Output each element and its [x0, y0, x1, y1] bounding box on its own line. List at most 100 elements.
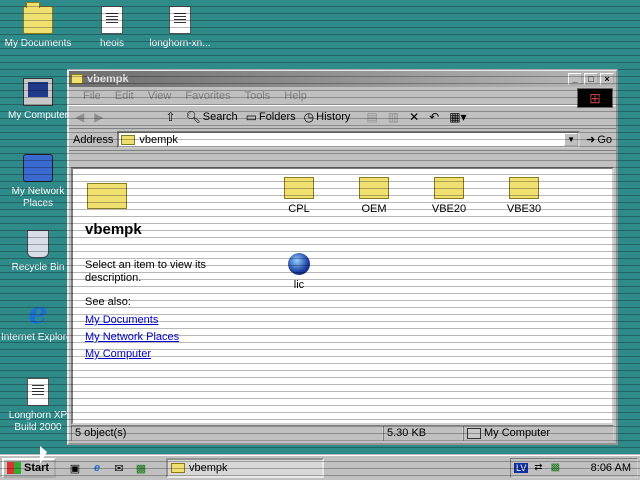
search-icon: 🔍︎ — [185, 110, 201, 124]
menu-file[interactable]: File — [83, 90, 101, 102]
see-also-label: See also: — [85, 296, 131, 308]
delete-button[interactable]: ✕ — [409, 110, 421, 124]
forward-button[interactable]: ▶ — [94, 110, 105, 124]
folder-item-label: VBE20 — [431, 203, 467, 215]
language-indicator[interactable]: LV — [514, 463, 529, 473]
computer-icon — [23, 78, 53, 106]
network-icon — [23, 154, 53, 182]
file-item-label: lic — [293, 279, 305, 291]
webview-description: Select an item to view its description. — [85, 259, 207, 284]
address-label: Address — [73, 133, 114, 146]
history-label: History — [316, 111, 351, 123]
history-icon: ◷ — [303, 110, 315, 124]
desktop-icon-network-places[interactable]: My Network Places — [0, 154, 76, 210]
clock[interactable]: 8:06 AM — [591, 462, 631, 474]
file-item-lic[interactable]: lic — [269, 253, 329, 291]
taskbar: Start ▣ e ✉ ▩ vbempk LV ⇄ ▩ 8:06 AM — [0, 454, 640, 480]
standard-toolbar: ◀ ▶ ⇧ 🔍︎ Search ▭ Folders ◷ History ▤ ▥ ✕ ↶… — [69, 105, 616, 129]
desktop-icon-label: Recycle Bin — [11, 262, 65, 273]
folder-item-oem[interactable]: OEM — [344, 177, 404, 215]
network-tray-icon[interactable]: ⇄ — [531, 462, 545, 474]
go-button[interactable]: ➜ Go — [586, 133, 612, 147]
delete-icon: ✕ — [409, 110, 420, 124]
menu-favorites[interactable]: Favorites — [185, 90, 230, 102]
taskbar-item-label: vbempk — [189, 462, 228, 474]
folder-item-cpl[interactable]: CPL — [269, 177, 329, 215]
folder-icon — [87, 183, 127, 209]
globe-icon — [288, 253, 310, 275]
app-tray-icon[interactable]: ▩ — [548, 462, 562, 474]
status-size: 5.30 KB — [383, 425, 463, 441]
folder-item-vbe30[interactable]: VBE30 — [494, 177, 554, 215]
document-icon — [101, 6, 123, 34]
search-button[interactable]: 🔍︎ Search — [186, 110, 238, 124]
desktop-icon-my-computer[interactable]: My Computer — [0, 78, 76, 122]
launch-app-icon[interactable]: ▩ — [132, 459, 150, 477]
folder-icon — [284, 177, 314, 199]
show-desktop-icon[interactable]: ▣ — [66, 459, 84, 477]
internet-explorer-icon[interactable]: e — [88, 459, 106, 477]
folder-item-vbe20[interactable]: VBE20 — [419, 177, 479, 215]
desktop-icon-heois[interactable]: heois — [74, 6, 150, 50]
menu-bar: File Edit View Favorites Tools Help ⊞ — [69, 87, 616, 108]
desktop-icon-longhorn-build[interactable]: Longhorn XP Build 2000 — [0, 378, 76, 434]
copy-to-icon: ▥ — [387, 110, 400, 124]
desktop-icon-my-documents[interactable]: My Documents — [0, 2, 76, 50]
up-folder-button[interactable]: ⇧ — [165, 110, 177, 124]
views-button[interactable]: ▦▾ — [449, 110, 468, 124]
computer-icon — [467, 427, 481, 439]
history-button[interactable]: ◷ History — [304, 110, 351, 124]
folder-icon — [359, 177, 389, 199]
move-to-icon: ▤ — [366, 110, 378, 124]
desktop-icon-label: My Computer — [7, 110, 68, 121]
status-zone: My Computer — [463, 425, 614, 441]
recycle-bin-icon — [27, 230, 49, 258]
folders-icon: ▭ — [245, 110, 257, 124]
windows-logo-icon: ⊞ — [577, 88, 613, 108]
forward-arrow-icon: ▶ — [94, 110, 104, 124]
menu-help[interactable]: Help — [284, 90, 307, 102]
address-field[interactable]: vbempk ▼ — [117, 131, 581, 148]
move-to-button[interactable]: ▤ — [366, 110, 379, 124]
quick-launch: ▣ e ✉ ▩ — [66, 459, 154, 477]
link-my-computer[interactable]: My Computer — [85, 348, 179, 360]
status-zone-label: My Computer — [484, 427, 551, 439]
taskbar-item-vbempk[interactable]: vbempk — [166, 458, 324, 478]
ie-icon: e — [28, 296, 48, 331]
desktop-icon-label: Longhorn XP Build 2000 — [8, 410, 68, 433]
explorer-window: vbempk _ □ × File Edit View Favorites To… — [67, 69, 618, 445]
document-icon — [169, 6, 191, 34]
desktop-icon-label: heois — [100, 38, 124, 49]
desktop-icon-internet-explorer[interactable]: e Internet Explorer — [0, 296, 76, 344]
folder-item-label: OEM — [361, 203, 387, 215]
undo-button[interactable]: ↶ — [429, 110, 441, 124]
maximize-button[interactable]: □ — [584, 73, 598, 85]
desktop-icon-label: Internet Explorer — [1, 332, 75, 343]
folder-icon — [509, 177, 539, 199]
link-my-documents[interactable]: My Documents — [85, 314, 179, 326]
desktop-icon-recycle-bin[interactable]: Recycle Bin — [0, 230, 76, 274]
start-button[interactable]: Start — [2, 458, 56, 478]
menu-tools[interactable]: Tools — [245, 90, 271, 102]
mouse-cursor-icon — [40, 446, 47, 464]
webview-panel: vbempk Select an item to view its descri… — [73, 169, 273, 423]
desktop-icon-label: My Network Places — [11, 186, 65, 209]
close-button[interactable]: × — [600, 73, 614, 85]
document-icon — [27, 378, 49, 406]
minimize-button[interactable]: _ — [568, 73, 582, 85]
copy-to-button[interactable]: ▥ — [388, 110, 401, 124]
webview-title: vbempk — [85, 221, 142, 238]
system-tray: LV ⇄ ▩ 8:06 AM — [510, 458, 638, 478]
menu-edit[interactable]: Edit — [115, 90, 134, 102]
back-button[interactable]: ◀ — [75, 110, 86, 124]
menu-view[interactable]: View — [148, 90, 172, 102]
desktop-icon-longhorn[interactable]: longhorn-xn... — [142, 6, 218, 50]
outlook-icon[interactable]: ✉ — [110, 459, 128, 477]
link-my-network-places[interactable]: My Network Places — [85, 331, 179, 343]
folder-icon — [171, 463, 185, 473]
address-dropdown-button[interactable]: ▼ — [564, 133, 579, 146]
window-titlebar[interactable]: vbempk _ □ × — [69, 71, 616, 87]
folder-icon — [121, 134, 136, 145]
desktop-icon-label: My Documents — [4, 38, 72, 49]
folders-button[interactable]: ▭ Folders — [246, 110, 296, 124]
